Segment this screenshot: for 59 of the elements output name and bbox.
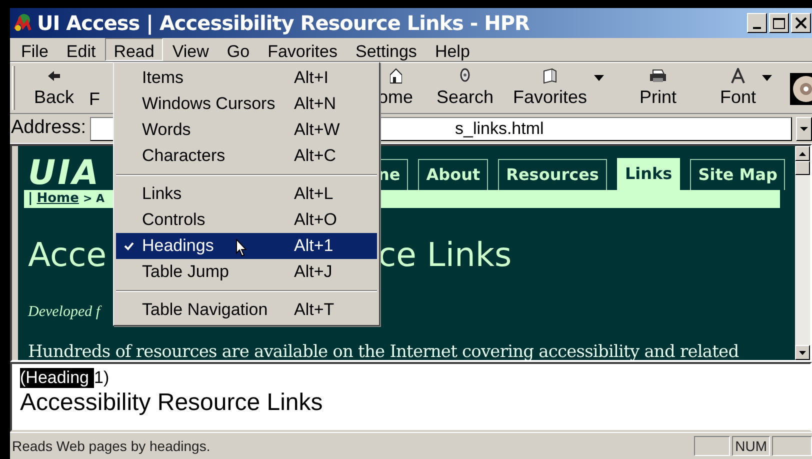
page-heading: ce Links [378, 238, 512, 271]
menu-item[interactable]: Items Alt+I [116, 65, 377, 91]
address-label: Address: [11, 116, 86, 140]
menu-item[interactable]: Table Navigation Alt+T [116, 297, 377, 323]
folder-icon [542, 68, 558, 84]
menu-item[interactable]: Read [104, 38, 164, 61]
dropdown-arrow-icon[interactable] [762, 75, 772, 81]
menu-item[interactable]: Help [426, 38, 479, 61]
toolbar-button[interactable]: Print [636, 63, 680, 113]
down-arrow-icon [799, 350, 806, 354]
up-arrow-icon [799, 152, 806, 156]
status-panel: NUM [732, 436, 770, 456]
minimize-button[interactable] [747, 13, 767, 33]
scroll-down-button[interactable] [795, 345, 810, 360]
toolbar-button[interactable]: Favorites [510, 63, 590, 113]
app-icon [13, 13, 33, 33]
mouse-cursor-icon [236, 239, 247, 257]
toolbar-button[interactable]: F [89, 63, 102, 113]
read-text: Accessibility Resource Links [20, 388, 324, 418]
highlighted-text: (Heading [20, 368, 94, 388]
menu-item[interactable]: Table Jump Alt+J [116, 259, 377, 285]
maximize-button[interactable] [769, 13, 789, 33]
menu-item[interactable]: Favorites [258, 38, 346, 61]
caret-icon [800, 126, 808, 130]
letter-a-icon [731, 68, 745, 84]
status-panel [772, 436, 812, 456]
scroll-thumb[interactable] [795, 161, 810, 175]
vertical-scrollbar[interactable] [795, 146, 810, 360]
magnifier-icon [460, 68, 470, 84]
menu-item[interactable]: Words Alt+W [116, 117, 377, 143]
dropdown-button[interactable] [796, 116, 812, 140]
menu-item[interactable]: Settings [346, 38, 426, 61]
breadcrumb-separator: | [28, 190, 33, 208]
paragraph: Hundreds of resources are available on the Internet covering accessibility and related [28, 342, 739, 360]
house-icon [390, 68, 402, 84]
window-title: UI Access | Accessibility Resource Links - HPR [37, 10, 530, 37]
shell-logo [790, 73, 812, 105]
scroll-up-button[interactable] [795, 146, 810, 161]
menu-item[interactable]: View [163, 38, 218, 61]
menu-item[interactable]: Controls Alt+O [116, 207, 377, 233]
status-message: Reads Web pages by headings. [11, 436, 212, 456]
back-arrow-icon [47, 70, 61, 82]
toolbar-button[interactable]: Back [21, 63, 87, 113]
status-panel [694, 436, 730, 456]
breadcrumb-text: > A [82, 190, 104, 207]
page-heading: Acce [28, 235, 107, 274]
menu-item[interactable]: Edit [57, 38, 105, 61]
menu-item[interactable]: File [12, 38, 58, 61]
menu-item[interactable]: Go [218, 38, 259, 61]
subtitle: Developed f [28, 303, 100, 322]
printer-icon [649, 69, 667, 83]
menu-item[interactable]: Headings Alt+1 [116, 233, 377, 259]
nav-tab[interactable]: Links [616, 158, 680, 190]
dropdown-arrow-icon[interactable] [594, 75, 604, 81]
toolbar-button[interactable]: Search [436, 63, 494, 113]
menu-item[interactable]: Windows Cursors Alt+N [116, 91, 377, 117]
toolbar-button[interactable]: Font [718, 63, 758, 113]
heading-level: 1) [94, 368, 110, 388]
close-button[interactable] [791, 13, 811, 33]
